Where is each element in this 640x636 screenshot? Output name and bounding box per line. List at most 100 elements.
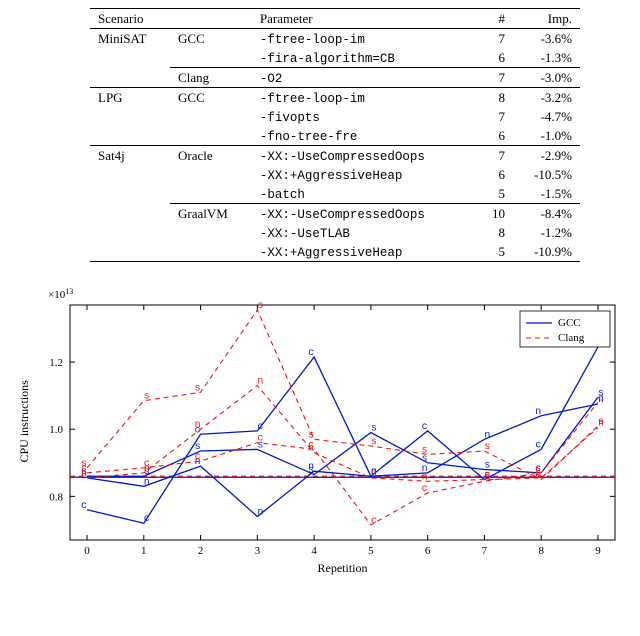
point-label: c [422,422,428,433]
cpu-instructions-chart: 0.81.01.20123456789×1013CPU instructions… [10,280,630,580]
point-label: c [535,440,541,451]
cell-count: 8 [477,88,513,108]
cell-parameter: -fno-tree-fre [252,126,477,146]
point-label: c [257,434,263,445]
cell-compiler [170,107,252,126]
cell-count: 7 [477,29,513,49]
point-label: s [257,301,263,312]
xtick-label: 2 [198,545,204,557]
cell-imp: -1.5% [513,184,580,204]
point-label: c [144,514,150,525]
cell-parameter: -XX:-UseCompressedOops [252,146,477,166]
point-label: s [422,445,428,456]
cell-imp: -1.2% [513,223,580,242]
ytick-label: 0.8 [49,491,63,503]
series-gcc-c [87,347,598,523]
point-label: c [598,393,604,404]
table-row: GraalVM-XX:-UseCompressedOops10-8.4% [90,204,580,224]
cell-scenario: MiniSAT [90,29,170,49]
table: Scenario Parameter # Imp. MiniSATGCC-ftr… [90,8,580,262]
cell-compiler [170,184,252,204]
point-label: c [308,348,314,359]
xtick-label: 7 [482,545,488,557]
point-label: s [535,471,541,482]
point-label: n [422,472,428,483]
point-label: c [422,484,428,495]
cell-count: 5 [477,184,513,204]
point-label: n [195,420,201,431]
point-label: n [484,471,490,482]
point-label: c [195,452,201,463]
cell-compiler: GCC [170,29,252,49]
cell-scenario [90,204,170,224]
xtick-label: 1 [141,545,147,557]
table-row: Sat4jOracle-XX:-UseCompressedOops7-2.9% [90,146,580,166]
cell-scenario [90,223,170,242]
cell-parameter: -ftree-loop-im [252,88,477,108]
cell-parameter: -XX:+AggressiveHeap [252,165,477,184]
hdr-parameter: Parameter [252,9,477,29]
cell-compiler: GCC [170,88,252,108]
point-label: n [535,407,541,418]
xtick-label: 8 [538,545,544,557]
point-label: s [144,392,150,403]
point-label: s [308,466,314,477]
cell-compiler [170,165,252,184]
hdr-imp: Imp. [513,9,580,29]
table-row: -XX:+AggressiveHeap5-10.9% [90,242,580,262]
table-row: -batch5-1.5% [90,184,580,204]
table-row: -fno-tree-fre6-1.0% [90,126,580,146]
cell-parameter: -O2 [252,68,477,88]
cell-compiler: Oracle [170,146,252,166]
point-label: c [81,501,87,512]
cell-scenario: LPG [90,88,170,108]
cell-count: 5 [477,242,513,262]
cell-scenario [90,165,170,184]
cell-imp: -3.2% [513,88,580,108]
table-row: Clang-O27-3.0% [90,68,580,88]
chart-svg: 0.81.01.20123456789×1013CPU instructions… [10,280,630,580]
point-label: s [81,459,87,470]
cell-imp: -1.3% [513,48,580,68]
point-label: c [257,422,263,433]
point-label: c [371,516,377,527]
table-header-row: Scenario Parameter # Imp. [90,9,580,29]
point-label: s [308,430,314,441]
cell-parameter: -XX:+AggressiveHeap [252,242,477,262]
point-label: n [257,377,263,388]
y-multiplier: ×1013 [48,287,73,301]
point-label: n [144,464,150,475]
hdr-scenario: Scenario [90,9,170,29]
cell-count: 8 [477,223,513,242]
cell-parameter: -fira-algorithm=CB [252,48,477,68]
point-label: s [371,424,377,435]
cell-count: 7 [477,68,513,88]
table-row: -XX:-UseTLAB8-1.2% [90,223,580,242]
cell-count: 7 [477,107,513,126]
cell-compiler [170,223,252,242]
point-label: n [371,469,377,480]
table-row: -XX:+AggressiveHeap6-10.5% [90,165,580,184]
cell-compiler [170,242,252,262]
xtick-label: 0 [84,545,90,557]
hdr-count: # [477,9,513,29]
point-label: n [257,508,263,519]
cell-count: 7 [477,146,513,166]
cell-scenario [90,68,170,88]
cell-count: 10 [477,204,513,224]
cell-count: 6 [477,165,513,184]
hdr-compiler [170,9,252,29]
cell-imp: -10.5% [513,165,580,184]
cell-parameter: -XX:-UseTLAB [252,223,477,242]
table-row: LPGGCC-ftree-loop-im8-3.2% [90,88,580,108]
xtick-label: 5 [368,545,374,557]
cell-scenario: Sat4j [90,146,170,166]
point-label: s [484,442,490,453]
cell-parameter: -batch [252,184,477,204]
cell-compiler [170,126,252,146]
cell-count: 6 [477,126,513,146]
cell-compiler [170,48,252,68]
cell-scenario [90,107,170,126]
cell-scenario [90,242,170,262]
xlabel: Repetition [318,561,368,575]
